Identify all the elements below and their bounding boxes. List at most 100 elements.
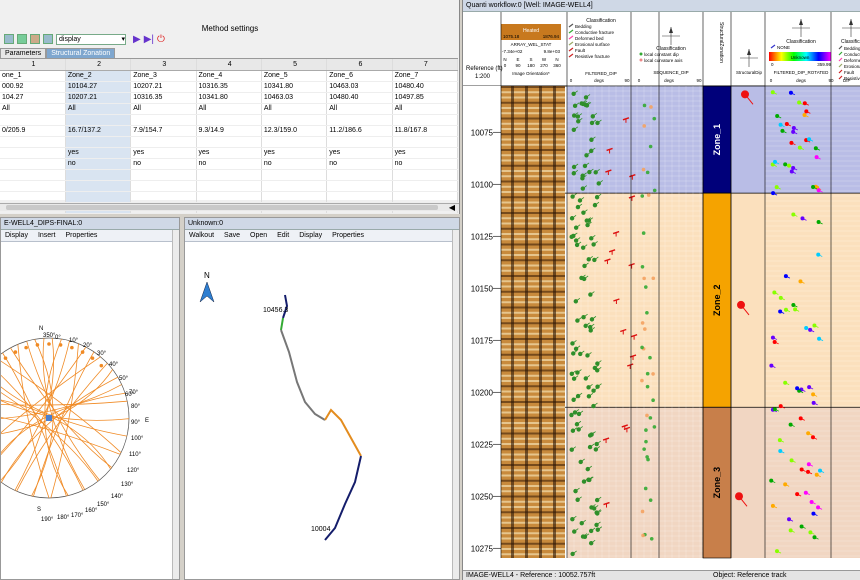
table-cell[interactable] xyxy=(261,114,328,126)
table-cell[interactable] xyxy=(326,136,393,148)
table-cell[interactable]: 46 xyxy=(0,213,66,214)
menu-display[interactable]: Display xyxy=(299,232,322,239)
table-cell[interactable]: 11.8/167.8 xyxy=(392,125,459,137)
table-cell[interactable] xyxy=(196,169,262,181)
table-cell[interactable]: 10341.80 xyxy=(261,81,328,93)
table-cell[interactable]: 125.82 xyxy=(65,213,132,214)
table-cell[interactable]: Zone_7 xyxy=(392,70,459,82)
table-cell[interactable]: one_1 xyxy=(0,70,66,82)
table-cell[interactable] xyxy=(261,191,328,203)
display-dropdown[interactable]: display ▾ xyxy=(56,33,126,45)
vertical-scrollbar[interactable] xyxy=(452,230,459,579)
tab-structural-zonation[interactable]: Structural Zonation xyxy=(46,48,116,58)
image-icon[interactable] xyxy=(30,34,40,44)
step-icon[interactable]: ▶| xyxy=(144,34,154,45)
table-cell[interactable] xyxy=(392,191,459,203)
menu-save[interactable]: Save xyxy=(224,232,240,239)
table-cell[interactable]: 11.2/186.6 xyxy=(326,125,393,137)
table-cell[interactable]: yes xyxy=(392,147,459,159)
table-cell[interactable]: 7.9/154.7 xyxy=(130,125,197,137)
table-cell[interactable]: 10463.03 xyxy=(326,81,393,93)
table-cell[interactable]: 10207.21 xyxy=(130,81,197,93)
menu-properties[interactable]: Properties xyxy=(65,232,97,239)
reset-icon[interactable]: ⏻ xyxy=(157,34,165,45)
table-cell[interactable] xyxy=(196,180,262,192)
table-cell[interactable] xyxy=(326,180,393,192)
table-cell[interactable]: 10463.03 xyxy=(261,92,328,104)
table-cell[interactable]: 10104.27 xyxy=(65,81,132,93)
table-cell[interactable] xyxy=(0,114,66,126)
column-header[interactable]: 5 xyxy=(261,59,328,71)
column-header[interactable]: 1 xyxy=(0,59,66,71)
table-cell[interactable]: 10480.40 xyxy=(392,81,459,93)
table-cell[interactable]: 10316.35 xyxy=(130,92,197,104)
column-header[interactable]: 3 xyxy=(130,59,197,71)
table-cell[interactable] xyxy=(196,136,262,148)
table-cell[interactable]: All xyxy=(0,103,66,115)
table-cell[interactable]: All xyxy=(130,103,197,115)
table-cell[interactable]: 93.68 xyxy=(130,213,197,214)
table-cell[interactable]: Zone_4 xyxy=(196,70,262,82)
table-cell[interactable]: All xyxy=(65,103,132,115)
column-header[interactable]: 6 xyxy=(326,59,393,71)
table-cell[interactable]: no xyxy=(65,158,132,170)
table-cell[interactable] xyxy=(392,180,459,192)
menu-display[interactable]: Display xyxy=(5,232,28,239)
table-cell[interactable]: yes xyxy=(261,147,328,159)
table-cell[interactable]: no xyxy=(392,158,459,170)
table-cell[interactable] xyxy=(392,114,459,126)
play-icon[interactable]: ▶ xyxy=(133,34,141,45)
table-cell[interactable]: 0.00 xyxy=(326,213,393,214)
table-cell[interactable] xyxy=(261,180,328,192)
table-cell[interactable] xyxy=(65,114,132,126)
table-cell[interactable]: All xyxy=(326,103,393,115)
table-cell[interactable]: no xyxy=(130,158,197,170)
table-cell[interactable]: 54.20 xyxy=(261,213,328,214)
table-cell[interactable] xyxy=(0,169,66,181)
menu-insert[interactable]: Insert xyxy=(38,232,56,239)
run-icon[interactable] xyxy=(4,34,14,44)
table-cell[interactable] xyxy=(196,114,262,126)
table-cell[interactable] xyxy=(261,136,328,148)
table-cell[interactable]: All xyxy=(392,103,459,115)
table-cell[interactable] xyxy=(65,191,132,203)
table-cell[interactable]: All xyxy=(196,103,262,115)
table-cell[interactable] xyxy=(261,169,328,181)
menu-properties[interactable]: Properties xyxy=(332,232,364,239)
table-cell[interactable]: yes xyxy=(196,147,262,159)
table-cell[interactable] xyxy=(130,136,197,148)
table-cell[interactable]: yes xyxy=(65,147,132,159)
column-header[interactable]: 7 xyxy=(392,59,459,71)
table-cell[interactable]: 5.67 xyxy=(392,213,459,214)
table-cell[interactable]: 10316.35 xyxy=(196,81,262,93)
table-cell[interactable] xyxy=(65,169,132,181)
menu-walkout[interactable]: Walkout xyxy=(189,232,214,239)
table-cell[interactable]: yes xyxy=(130,147,197,159)
table-cell[interactable]: 0/205.9 xyxy=(0,125,66,137)
table-cell[interactable] xyxy=(130,169,197,181)
table-cell[interactable] xyxy=(0,158,66,170)
menu-edit[interactable]: Edit xyxy=(277,232,289,239)
table-cell[interactable] xyxy=(130,180,197,192)
vertical-scrollbar[interactable] xyxy=(172,230,179,579)
table-cell[interactable]: Zone_6 xyxy=(326,70,393,82)
table-cell[interactable] xyxy=(326,169,393,181)
table-cell[interactable]: 12.3/159.0 xyxy=(261,125,328,137)
table-cell[interactable] xyxy=(65,136,132,148)
table-cell[interactable]: All xyxy=(261,103,328,115)
table-cell[interactable]: 10497.85 xyxy=(392,92,459,104)
table-cell[interactable] xyxy=(392,169,459,181)
column-header[interactable]: 4 xyxy=(196,59,262,71)
table-cell[interactable] xyxy=(0,136,66,148)
table-cell[interactable]: 16.7/137.2 xyxy=(65,125,132,137)
table-cell[interactable] xyxy=(0,147,66,159)
table-cell[interactable]: no xyxy=(261,158,328,170)
table-cell[interactable] xyxy=(196,191,262,203)
table-cell[interactable]: 000.92 xyxy=(0,81,66,93)
close-icon[interactable]: ◀ xyxy=(449,203,455,212)
table-cell[interactable]: 10480.40 xyxy=(326,92,393,104)
tab-parameters[interactable]: Parameters xyxy=(0,48,47,58)
table-cell[interactable] xyxy=(0,191,66,203)
chart-icon[interactable] xyxy=(43,34,53,44)
table-cell[interactable] xyxy=(130,191,197,203)
